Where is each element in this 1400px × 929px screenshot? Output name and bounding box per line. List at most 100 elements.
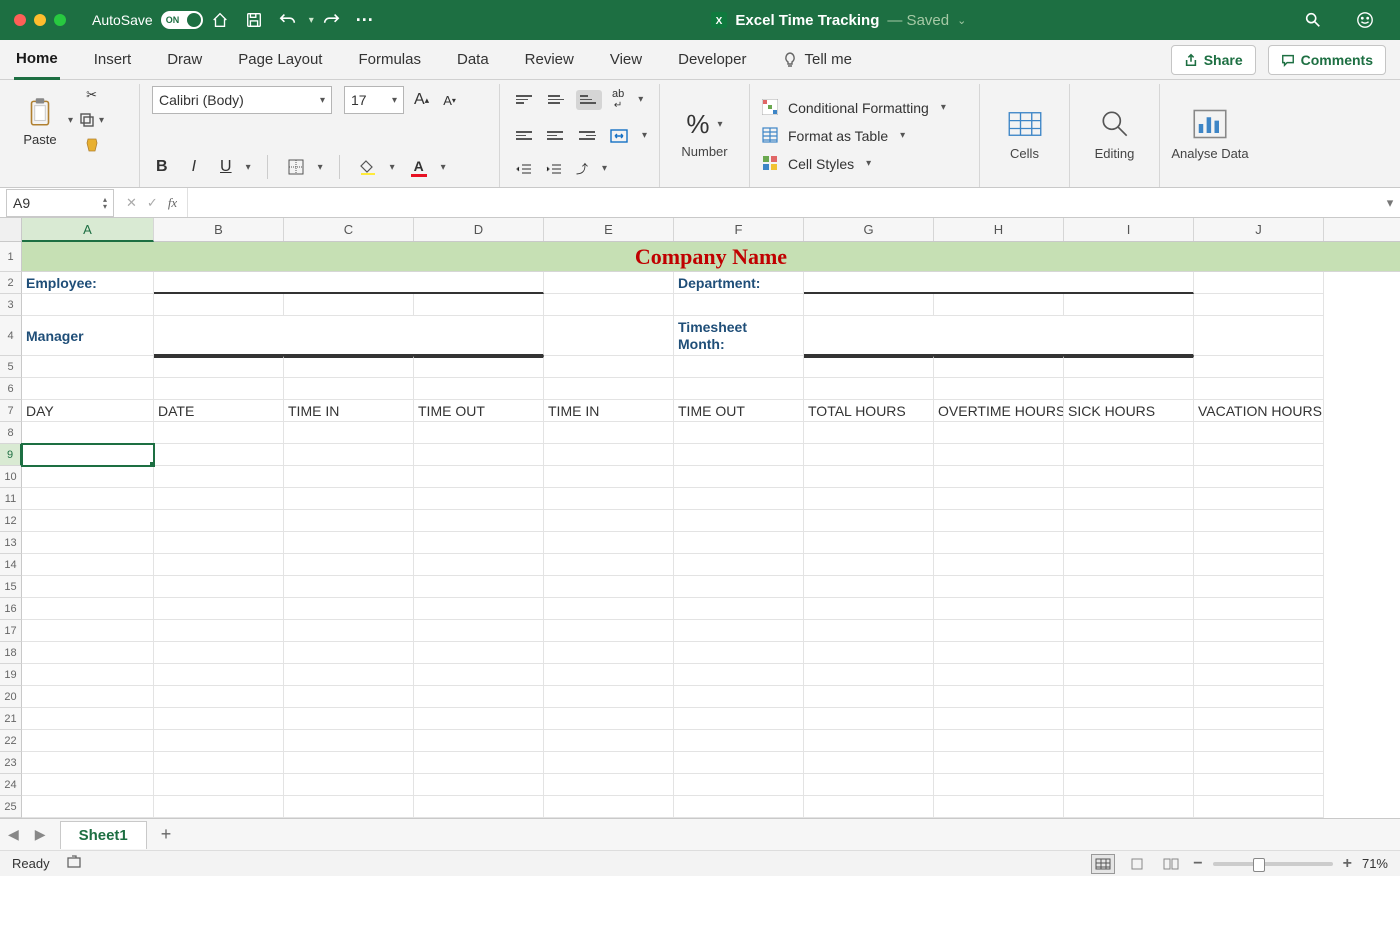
cell[interactable]	[284, 356, 414, 378]
cell[interactable]	[674, 708, 804, 730]
cell[interactable]	[22, 708, 154, 730]
cell[interactable]	[154, 356, 284, 378]
more-icon[interactable]: ···	[355, 10, 375, 30]
row-header[interactable]: 21	[0, 708, 22, 730]
cell[interactable]	[414, 664, 544, 686]
cell[interactable]	[284, 642, 414, 664]
cell[interactable]	[544, 774, 674, 796]
normal-view-icon[interactable]	[1091, 854, 1115, 874]
cell[interactable]	[22, 294, 154, 316]
cell[interactable]: SICK HOURS	[1064, 400, 1194, 422]
cell[interactable]	[284, 422, 414, 444]
cell[interactable]	[804, 466, 934, 488]
cell[interactable]	[22, 752, 154, 774]
cell[interactable]	[674, 488, 804, 510]
cell[interactable]	[934, 422, 1064, 444]
tab-data[interactable]: Data	[455, 41, 491, 78]
cell[interactable]	[414, 598, 544, 620]
align-bottom-icon[interactable]	[576, 90, 602, 110]
cell[interactable]: TIME IN	[544, 400, 674, 422]
cell[interactable]	[544, 620, 674, 642]
close-window-icon[interactable]	[14, 14, 26, 26]
wrap-dropdown[interactable]: ▾	[638, 94, 643, 105]
orientation-dropdown[interactable]: ▾	[602, 163, 607, 174]
cell[interactable]	[154, 488, 284, 510]
page-layout-view-icon[interactable]	[1125, 854, 1149, 874]
col-header-J[interactable]: J	[1194, 218, 1324, 241]
cell[interactable]	[284, 730, 414, 752]
col-header-D[interactable]: D	[414, 218, 544, 241]
cell[interactable]	[1194, 642, 1324, 664]
cell[interactable]	[674, 686, 804, 708]
cell[interactable]	[414, 752, 544, 774]
share-button[interactable]: Share	[1171, 45, 1256, 75]
cell[interactable]	[674, 598, 804, 620]
cell[interactable]	[1064, 510, 1194, 532]
cell[interactable]	[154, 422, 284, 444]
cell[interactable]	[934, 510, 1064, 532]
cell[interactable]	[1194, 466, 1324, 488]
cell[interactable]	[154, 796, 284, 818]
row-header[interactable]: 4	[0, 316, 22, 356]
col-header-F[interactable]: F	[674, 218, 804, 241]
tab-home[interactable]: Home	[14, 40, 60, 80]
cell[interactable]	[22, 422, 154, 444]
fill-color-dropdown[interactable]: ▾	[390, 162, 395, 173]
italic-button[interactable]: I	[188, 156, 200, 178]
align-right-icon[interactable]	[575, 126, 600, 146]
row-header[interactable]: 1	[0, 242, 22, 272]
cell[interactable]	[414, 576, 544, 598]
cell[interactable]	[284, 510, 414, 532]
cell[interactable]	[804, 488, 934, 510]
cell[interactable]	[1064, 532, 1194, 554]
cell[interactable]	[804, 752, 934, 774]
cell[interactable]	[284, 488, 414, 510]
cell[interactable]	[674, 752, 804, 774]
cell[interactable]	[544, 708, 674, 730]
cell[interactable]	[674, 576, 804, 598]
maximize-window-icon[interactable]	[54, 14, 66, 26]
cell[interactable]	[674, 730, 804, 752]
cell[interactable]	[674, 378, 804, 400]
fill-color-button[interactable]	[356, 157, 380, 177]
cell[interactable]	[1194, 752, 1324, 774]
cell[interactable]	[284, 294, 414, 316]
merge-cells-icon[interactable]	[606, 127, 632, 145]
tab-draw[interactable]: Draw	[165, 41, 204, 78]
cell[interactable]	[22, 664, 154, 686]
cell[interactable]	[674, 774, 804, 796]
cell[interactable]	[22, 796, 154, 818]
cell[interactable]	[1194, 356, 1324, 378]
cell[interactable]: TIME OUT	[414, 400, 544, 422]
cell[interactable]	[544, 356, 674, 378]
cell[interactable]	[414, 774, 544, 796]
row-header[interactable]: 6	[0, 378, 22, 400]
cell[interactable]	[284, 686, 414, 708]
cell[interactable]	[804, 554, 934, 576]
tell-me-button[interactable]: Tell me	[780, 41, 854, 78]
cell[interactable]	[22, 620, 154, 642]
cell[interactable]	[544, 598, 674, 620]
cell[interactable]	[154, 554, 284, 576]
orientation-icon[interactable]: ⤴︎	[572, 158, 592, 179]
cell[interactable]	[544, 272, 674, 294]
cell[interactable]	[934, 620, 1064, 642]
cell[interactable]	[1064, 642, 1194, 664]
row-header[interactable]: 19	[0, 664, 22, 686]
cell[interactable]	[544, 730, 674, 752]
cell[interactable]	[154, 642, 284, 664]
cell[interactable]	[544, 316, 674, 356]
cell[interactable]	[22, 554, 154, 576]
cell[interactable]	[414, 488, 544, 510]
saved-chevron-icon[interactable]: ⌄	[957, 14, 966, 27]
cell[interactable]	[284, 554, 414, 576]
col-header-B[interactable]: B	[154, 218, 284, 241]
undo-icon[interactable]	[278, 10, 298, 30]
cell[interactable]	[22, 598, 154, 620]
cell-styles-button[interactable]: Cell Styles▾	[762, 153, 967, 175]
row-header[interactable]: 16	[0, 598, 22, 620]
select-all-corner[interactable]	[0, 218, 22, 242]
zoom-slider[interactable]	[1213, 862, 1333, 866]
col-header-C[interactable]: C	[284, 218, 414, 241]
cell[interactable]	[414, 686, 544, 708]
